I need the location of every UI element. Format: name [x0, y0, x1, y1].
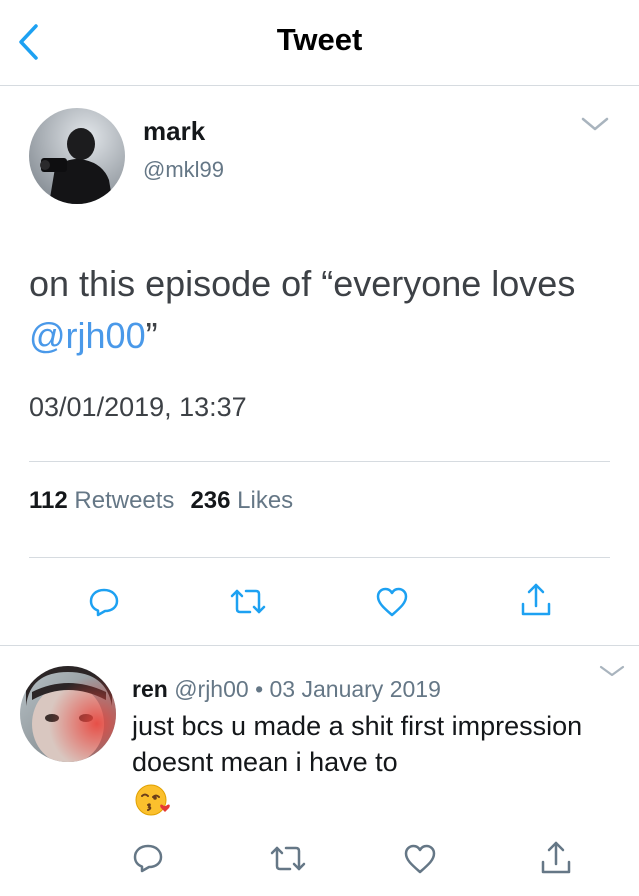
author-handle[interactable]: @mkl99 [143, 157, 224, 183]
share-icon[interactable] [518, 580, 554, 620]
heart-icon[interactable] [402, 842, 438, 876]
retweets-label[interactable]: Retweets [74, 487, 174, 514]
top-bar: Tweet [0, 0, 639, 86]
retweet-icon[interactable] [228, 585, 268, 619]
page-title: Tweet [276, 22, 363, 57]
tweet-text-body: on this episode of “everyone loves [29, 263, 576, 304]
divider [0, 645, 639, 646]
divider [29, 557, 610, 558]
reply-author-name[interactable]: ren [132, 676, 168, 702]
like-count[interactable]: 236 [190, 487, 230, 514]
author-name[interactable]: mark [143, 116, 205, 147]
author-avatar[interactable] [29, 108, 125, 204]
reply-icon[interactable] [86, 584, 122, 620]
heart-icon[interactable] [374, 585, 410, 619]
retweet-icon[interactable] [268, 842, 308, 876]
share-icon[interactable] [538, 838, 574, 878]
chevron-down-icon[interactable] [580, 114, 610, 134]
tweet-text: on this episode of “everyone loves @rjh0… [29, 258, 609, 362]
mention-link[interactable]: @rjh00 [29, 315, 146, 356]
retweet-count[interactable]: 112 [29, 487, 68, 514]
reply-text: just bcs u made a shit first impression … [132, 711, 583, 777]
chevron-down-icon[interactable] [598, 662, 626, 680]
divider [29, 461, 610, 462]
face-blowing-kiss-icon [134, 781, 172, 819]
tweet-text-end: ” [145, 315, 158, 356]
reply-meta: @rjh00 • 03 January 2019 [174, 676, 441, 702]
reply-icon[interactable] [130, 840, 166, 876]
tweet-detail-screen: Tweet mark @mkl99 on this episode of “ev… [0, 0, 639, 896]
tweet-stats: 112 Retweets 236 Likes [29, 487, 293, 515]
likes-label[interactable]: Likes [237, 487, 293, 514]
tweet-timestamp: 03/01/2019, 13:37 [29, 392, 247, 422]
reply-author-avatar[interactable] [20, 666, 116, 762]
reply-header: ren @rjh00 • 03 January 2019 [132, 676, 441, 703]
